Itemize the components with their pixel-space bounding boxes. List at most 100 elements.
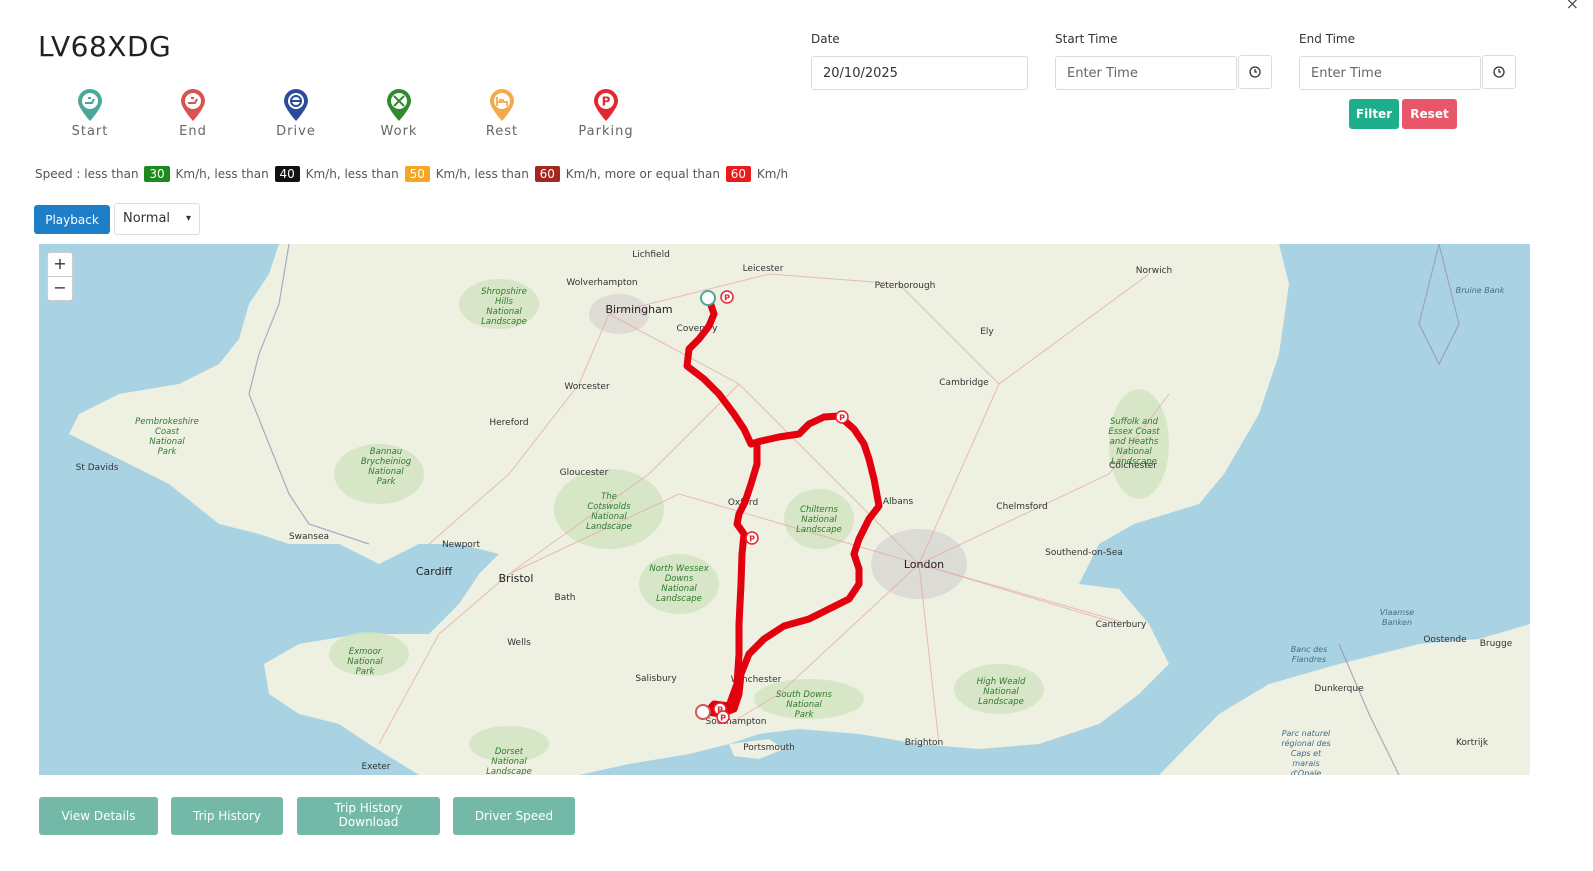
svg-text:P: P — [839, 414, 845, 423]
place-label: Brighton — [905, 738, 944, 748]
end-time-clock-button[interactable] — [1482, 55, 1516, 89]
date-label: Date — [811, 32, 840, 46]
legend-label: Drive — [276, 124, 316, 139]
work-pin-icon — [387, 89, 411, 121]
svg-text:P: P — [720, 714, 726, 723]
legend-label: Start — [71, 124, 109, 139]
playback-speed-value: Normal — [123, 211, 171, 226]
area-label: Suffolk and Essex Coast and Heaths National… — [1108, 417, 1160, 467]
parking-pin-icon: P — [594, 89, 618, 121]
end-pin-icon — [181, 89, 205, 121]
place-label: Swansea — [289, 532, 329, 542]
zoom-out-button[interactable]: − — [48, 276, 72, 300]
zoom-in-button[interactable]: + — [48, 253, 72, 276]
close-icon[interactable]: × — [1566, 0, 1579, 13]
speed-badge: 30 — [144, 166, 170, 182]
map-canvas[interactable]: Lichfield Leicester Peterborough Norwich Wol… — [39, 244, 1530, 775]
place-label: Kortrijk — [1456, 738, 1489, 748]
svg-text:P: P — [749, 535, 755, 544]
place-label: Southend-on-Sea — [1045, 548, 1123, 558]
speed-badge: 60 — [725, 166, 752, 182]
filter-button[interactable]: Filter — [1349, 99, 1399, 129]
place-label: Newport — [442, 540, 481, 550]
place-label: Cardiff — [416, 565, 453, 578]
place-label: Brugge — [1480, 639, 1513, 649]
area-label: Vlaamse Banken — [1380, 608, 1414, 627]
parking-marker[interactable]: P — [716, 710, 730, 724]
speed-legend-text: Km/h, less than — [175, 167, 269, 181]
start-time-clock-button[interactable] — [1238, 55, 1272, 89]
area-label: Banc des Flandres — [1291, 645, 1328, 664]
speed-legend-text: Km/h, more or equal than — [565, 167, 720, 181]
place-label: Peterborough — [875, 281, 936, 291]
speed-badge: 60 — [534, 166, 560, 182]
place-label: Albans — [883, 497, 914, 507]
vehicle-registration-title: LV68XDG — [38, 30, 172, 63]
end-time-input[interactable] — [1299, 56, 1481, 90]
speed-badge: 50 — [404, 166, 430, 182]
area-label: High Weald National Landscape — [977, 677, 1026, 707]
place-label: Bath — [555, 593, 576, 603]
place-label: Gloucester — [560, 468, 609, 478]
route-map[interactable]: Lichfield Leicester Peterborough Norwich Wol… — [39, 244, 1530, 775]
legend-label: Rest — [485, 124, 519, 139]
reset-button[interactable]: Reset — [1402, 99, 1457, 129]
svg-text:P: P — [724, 294, 730, 303]
speed-badge: 40 — [274, 166, 300, 182]
view-details-button[interactable]: View Details — [39, 797, 158, 835]
place-label: Chelmsford — [996, 502, 1047, 512]
svg-text:P: P — [602, 95, 611, 109]
marker-legend: Start End Drive Work Rest P Parking — [60, 88, 680, 148]
place-label: Birmingham — [605, 303, 672, 316]
place-label: Cambridge — [939, 378, 989, 388]
legend-item-parking: P Parking — [566, 88, 646, 139]
trip-history-button[interactable]: Trip History — [171, 797, 283, 835]
area-label: Shropshire Hills National Landscape — [481, 287, 527, 327]
speed-legend-text: Km/h — [756, 167, 789, 181]
speed-legend: Speed : less than 30 Km/h, less than 40 … — [35, 166, 788, 182]
place-label: Wells — [507, 638, 531, 648]
place-label: Lichfield — [632, 250, 670, 260]
date-input[interactable] — [811, 56, 1028, 90]
area-label: Bruine Bank — [1456, 286, 1505, 295]
parking-marker[interactable]: P — [835, 410, 849, 424]
chevron-down-icon: ▾ — [185, 213, 191, 224]
start-time-input[interactable] — [1055, 56, 1237, 90]
area-label: Chilterns National Landscape — [796, 505, 842, 535]
legend-label: End — [179, 124, 207, 139]
place-label: Ely — [980, 327, 994, 337]
speed-legend-text: Km/h, less than — [305, 167, 399, 181]
place-label: Southampton — [706, 717, 767, 727]
clock-icon — [1249, 66, 1261, 78]
place-label: Worcester — [564, 382, 610, 392]
start-pin-icon — [78, 89, 102, 121]
speed-legend-text: Speed : less than — [35, 167, 139, 181]
driver-speed-button[interactable]: Driver Speed — [453, 797, 575, 835]
start-time-label: Start Time — [1055, 32, 1118, 46]
legend-label: Work — [380, 124, 418, 139]
place-label: Exeter — [361, 762, 390, 772]
playback-speed-select[interactable]: Normal ▾ — [114, 203, 200, 235]
place-label: Salisbury — [635, 674, 677, 684]
end-marker[interactable] — [695, 704, 711, 720]
start-marker[interactable] — [700, 290, 716, 306]
trip-history-download-button[interactable]: Trip History Download — [297, 797, 440, 835]
trip-playback-modal: × LV68XDG Start End Drive Work Rest P Pa… — [0, 0, 1593, 871]
legend-item-drive: Drive — [256, 88, 336, 139]
place-label: Dunkerque — [1314, 684, 1364, 694]
place-label: London — [904, 558, 944, 571]
rest-pin-icon — [490, 89, 514, 121]
playback-button[interactable]: Playback — [34, 205, 110, 234]
legend-item-rest: Rest — [462, 88, 542, 139]
place-label: Portsmouth — [743, 743, 795, 753]
legend-item-work: Work — [359, 88, 439, 139]
clock-icon — [1493, 66, 1505, 78]
place-label: Canterbury — [1096, 620, 1147, 630]
parking-marker[interactable]: P — [720, 290, 734, 304]
place-label: Wolverhampton — [566, 278, 637, 288]
place-label: Oostende — [1423, 635, 1467, 645]
legend-item-start: Start — [50, 88, 130, 139]
legend-label: Parking — [578, 124, 634, 139]
parking-marker[interactable]: P — [745, 531, 759, 545]
end-time-label: End Time — [1299, 32, 1355, 46]
